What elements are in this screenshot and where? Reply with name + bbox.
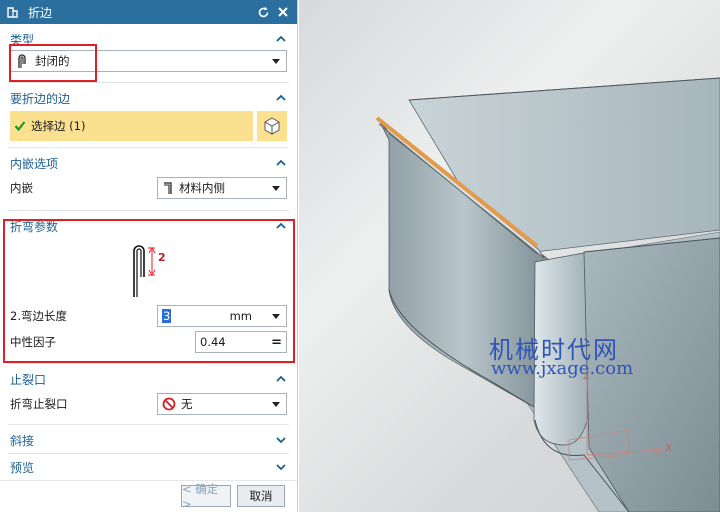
annotation-box-type <box>9 44 97 82</box>
material-inside-icon <box>164 182 172 194</box>
section-relief-title: 止裂口 <box>10 372 47 387</box>
dropdown-arrow-icon <box>272 58 280 64</box>
dropdown-arrow-icon <box>272 401 280 407</box>
inset-label: 内嵌 <box>10 181 33 195</box>
section-preview-title: 预览 <box>10 460 35 475</box>
chevron-up-icon <box>276 35 286 42</box>
chevron-down-icon <box>276 464 286 471</box>
chevron-down-icon <box>276 437 286 444</box>
dialog-title: 折边 <box>28 5 53 20</box>
section-inset-header[interactable]: 内嵌选项 <box>0 152 297 174</box>
bend-relief-select[interactable]: 无 <box>157 393 287 415</box>
graphics-viewport[interactable]: 机械时代网 www.jxage.com X Z <box>299 0 720 512</box>
section-inset-title: 内嵌选项 <box>10 156 59 171</box>
ok-button[interactable]: < 确定 > <box>181 482 231 511</box>
section-relief-header[interactable]: 止裂口 <box>0 368 297 390</box>
close-icon[interactable] <box>275 4 291 20</box>
axis-x-label: X <box>665 443 672 454</box>
annotation-box-bend <box>3 219 295 363</box>
dialog-titlebar: 折边 <box>0 0 297 24</box>
edge-selection-label: 选择边 (1) <box>31 119 86 133</box>
section-edge-header[interactable]: 要折边的边 <box>0 87 297 109</box>
chevron-up-icon <box>276 375 286 382</box>
axis-z-label: Z <box>583 372 590 382</box>
chevron-up-icon <box>276 94 286 101</box>
reset-icon[interactable] <box>255 4 271 20</box>
watermark-url: www.jxage.com <box>491 358 634 379</box>
dropdown-arrow-icon <box>272 185 280 191</box>
sheetmetal-model <box>375 77 720 512</box>
section-miter-header[interactable]: 斜接 <box>0 429 297 451</box>
chevron-up-icon <box>276 159 286 166</box>
flange-dialog: 折边 类型 封闭的 要折边的边 选择边 (1) 内嵌选项 内嵌 材料内侧 折弯参… <box>0 0 298 512</box>
none-prohibited-icon <box>162 397 176 411</box>
check-icon <box>14 121 26 132</box>
cube-select-button[interactable] <box>257 111 287 141</box>
flange-app-icon <box>6 5 20 19</box>
inset-select[interactable]: 材料内侧 <box>157 177 287 199</box>
inset-value: 材料内侧 <box>179 181 225 195</box>
bend-relief-value: 无 <box>181 397 193 411</box>
edge-selection-row[interactable]: 选择边 (1) <box>10 111 253 141</box>
section-edge-title: 要折边的边 <box>10 91 71 106</box>
bend-relief-label: 折弯止裂口 <box>10 397 68 411</box>
section-miter-title: 斜接 <box>10 433 35 448</box>
cancel-button[interactable]: 取消 <box>237 485 285 507</box>
section-preview-header[interactable]: 预览 <box>0 456 297 478</box>
cube-icon <box>264 117 280 135</box>
